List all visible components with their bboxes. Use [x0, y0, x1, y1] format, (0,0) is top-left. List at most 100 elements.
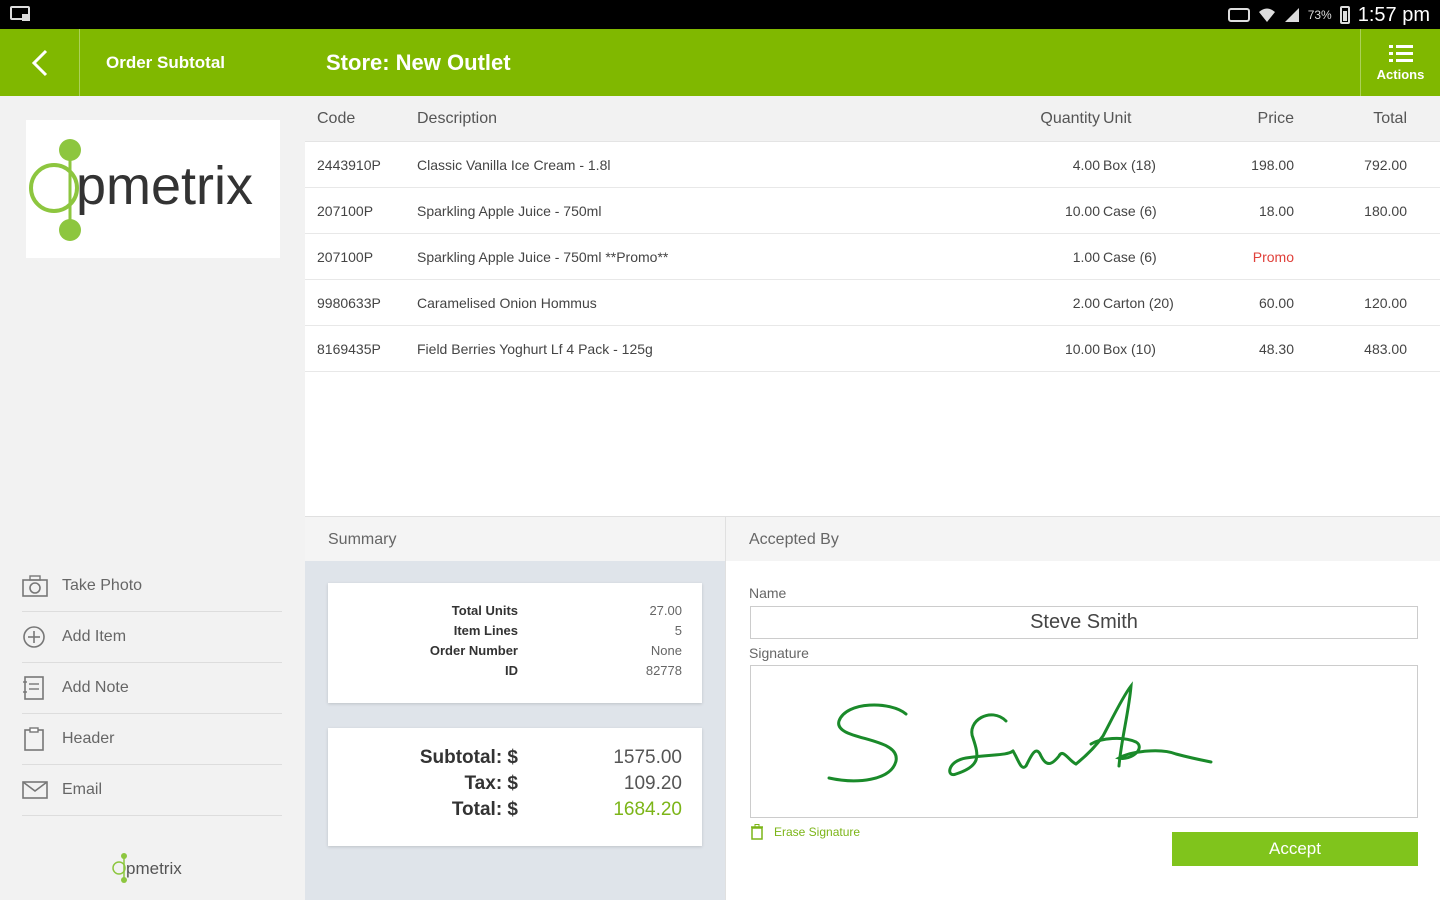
row-code: 9980633P: [317, 295, 381, 311]
trash-icon: [751, 824, 763, 840]
order-lines-table: Code Description Quantity Unit Price Tot…: [305, 96, 1440, 516]
table-header: Code Description Quantity Unit Price Tot…: [305, 96, 1440, 142]
row-price-promo: Promo: [1252, 249, 1294, 265]
tax-value: 109.20: [623, 773, 682, 794]
row-description: Sparkling Apple Juice - 750ml **Promo**: [417, 249, 669, 265]
footer-logo: pmetrix: [112, 853, 182, 883]
row-quantity: 1.00: [1072, 249, 1100, 265]
screen-mirror-icon: [10, 6, 30, 21]
wifi-icon: [1258, 8, 1275, 22]
list-icon: [1388, 45, 1413, 62]
status-icons: 73% 1:57 pm: [1227, 3, 1430, 27]
accept-button[interactable]: Accept: [1172, 832, 1418, 866]
row-unit: Case (6): [1103, 203, 1157, 219]
svg-text:pmetrix: pmetrix: [126, 859, 182, 878]
col-code: Code: [317, 110, 356, 127]
table-row[interactable]: 207100P Sparkling Apple Juice - 750ml **…: [305, 234, 1440, 280]
subtotal-value: 1575.00: [613, 747, 682, 768]
row-total: 792.00: [1364, 157, 1407, 173]
detail-value: 82778: [645, 663, 682, 678]
row-quantity: 4.00: [1072, 157, 1100, 173]
row-price: 48.30: [1258, 341, 1294, 357]
page-title: Store: New Outlet: [326, 50, 511, 75]
row-quantity: 2.00: [1072, 295, 1100, 311]
detail-value: 27.00: [649, 603, 682, 618]
table-row[interactable]: 2443910P Classic Vanilla Ice Cream - 1.8…: [305, 142, 1440, 188]
signature-drawing: [827, 681, 1213, 783]
detail-key: Order Number: [429, 643, 518, 658]
sidebar-item-label: Add Item: [62, 628, 127, 645]
order-totals-card: Subtotal: $ 1575.00 Tax: $ 109.20 Total:…: [328, 728, 702, 846]
actions-button[interactable]: Actions: [1360, 29, 1440, 96]
row-price: 18.00: [1258, 203, 1294, 219]
col-total: Total: [1373, 110, 1407, 127]
tax-label: Tax: $: [464, 773, 518, 794]
status-bar: 73% 1:57 pm: [0, 0, 1440, 29]
detail-key: ID: [505, 663, 518, 678]
sidebar-menu: Take Photo Add Item Add Note Header Emai…: [22, 560, 282, 816]
row-quantity: 10.00: [1064, 341, 1100, 357]
col-description: Description: [417, 110, 498, 127]
total-value: 1684.20: [613, 799, 682, 820]
col-price: Price: [1257, 110, 1294, 127]
tax-line: Tax: $ 109.20: [328, 771, 702, 797]
detail-value: 5: [674, 623, 682, 638]
sidebar-item-add-note[interactable]: Add Note: [22, 663, 282, 714]
row-code: 2443910P: [317, 157, 381, 173]
row-description: Classic Vanilla Ice Cream - 1.8l: [417, 157, 611, 173]
clipboard-icon: [24, 727, 44, 751]
sidebar-item-label: Header: [62, 730, 115, 747]
app-bar: Order Subtotal Store: New Outlet Actions: [0, 29, 1440, 96]
row-description: Caramelised Onion Hommus: [417, 295, 597, 311]
summary-heading: Summary: [305, 516, 725, 561]
row-unit: Box (18): [1103, 157, 1156, 173]
subtotal-line: Subtotal: $ 1575.00: [328, 745, 702, 771]
erase-signature-label: Erase Signature: [774, 825, 861, 839]
total-label: Total: $: [451, 799, 518, 820]
accepted-by-heading: Accepted By: [726, 516, 1440, 561]
camera-icon: [22, 574, 48, 597]
name-input[interactable]: [750, 606, 1418, 639]
detail-order-number: Order Number None: [328, 641, 702, 661]
detail-total-units: Total Units 27.00: [328, 601, 702, 621]
summary-panel: Summary Total Units 27.00 Item Lines 5 O…: [305, 516, 725, 900]
total-line: Total: $ 1684.20: [328, 797, 702, 823]
sidebar-item-label: Add Note: [62, 679, 129, 696]
signature-label: Signature: [749, 645, 809, 661]
row-unit: Case (6): [1103, 249, 1157, 265]
detail-item-lines: Item Lines 5: [328, 621, 702, 641]
row-description: Field Berries Yoghurt Lf 4 Pack - 125g: [417, 341, 653, 357]
row-total: 483.00: [1364, 341, 1407, 357]
erase-signature-button[interactable]: Erase Signature: [750, 824, 860, 840]
order-details-card: Total Units 27.00 Item Lines 5 Order Num…: [328, 583, 702, 703]
detail-key: Total Units: [451, 603, 518, 618]
row-price: 60.00: [1258, 295, 1294, 311]
sidebar-item-email[interactable]: Email: [22, 765, 282, 816]
col-unit: Unit: [1103, 110, 1132, 127]
row-code: 207100P: [317, 249, 374, 265]
table-row[interactable]: 8169435P Field Berries Yoghurt Lf 4 Pack…: [305, 326, 1440, 372]
brand-logo: pmetrix: [26, 120, 280, 258]
sidebar-item-add-item[interactable]: Add Item: [22, 612, 282, 663]
row-code: 207100P: [317, 203, 374, 219]
table-row[interactable]: 9980633P Caramelised Onion Hommus 2.00 C…: [305, 280, 1440, 326]
actions-label: Actions: [1376, 67, 1425, 82]
row-total: 120.00: [1364, 295, 1407, 311]
row-unit: Box (10): [1103, 341, 1156, 357]
detail-key: Item Lines: [453, 623, 518, 638]
row-price: 198.00: [1251, 157, 1294, 173]
battery-percent: 73%: [1307, 8, 1332, 22]
signature-pad[interactable]: [750, 665, 1418, 818]
accepted-by-panel: Accepted By Name Signature Erase Signatu…: [725, 516, 1440, 900]
sidebar-item-label: Take Photo: [62, 576, 143, 594]
sidebar-item-take-photo[interactable]: Take Photo: [22, 560, 282, 612]
back-button[interactable]: [0, 29, 80, 96]
nfc-icon: [1227, 8, 1250, 22]
sidebar-item-header[interactable]: Header: [22, 714, 282, 765]
chevron-left-icon: [31, 49, 47, 76]
row-description: Sparkling Apple Juice - 750ml: [417, 203, 602, 219]
envelope-icon: [22, 781, 48, 799]
table-row[interactable]: 207100P Sparkling Apple Juice - 750ml 10…: [305, 188, 1440, 234]
svg-text:pmetrix: pmetrix: [76, 156, 253, 216]
row-total: 180.00: [1364, 203, 1407, 219]
